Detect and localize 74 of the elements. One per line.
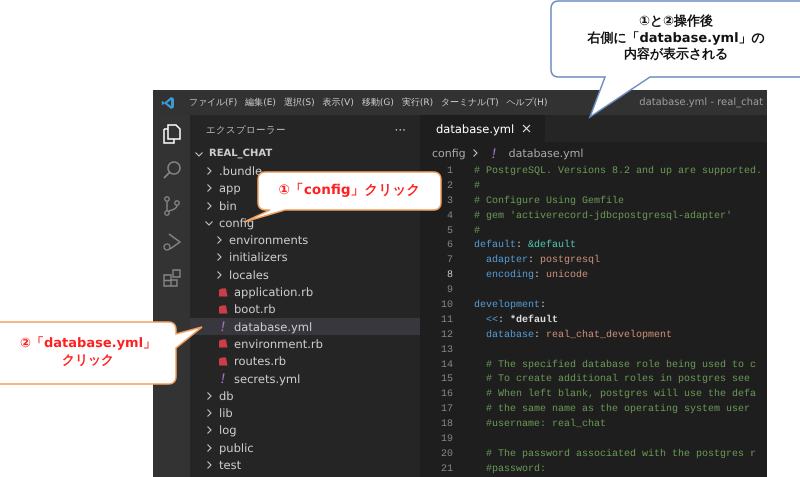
folder-item[interactable]: lib [204,404,233,422]
line-number: 19 [440,434,453,445]
code-line: # [474,226,480,236]
menu-item[interactable]: 移動(G) [358,96,398,109]
folder-item[interactable]: config [204,214,254,232]
more-actions-button[interactable]: ··· [394,123,406,137]
file-item[interactable]: boot.rb [218,300,276,318]
code-line: # The specified database role being used to c [485,360,756,371]
line-number: 21 [440,464,453,475]
code-line: #password: [485,464,546,475]
folder-item[interactable]: public [204,439,254,456]
line-number: 4 [446,210,453,222]
line-number: 17 [440,404,453,416]
line-number: 7 [446,255,453,266]
code-line: # the same name as the operating system user [485,404,750,416]
code-line: <<: *default [485,314,558,326]
line-number: 2 [446,180,453,192]
menu-item[interactable]: ヘルプ(H) [502,96,552,109]
line-number: 10 [440,300,453,311]
code-line: development: [474,300,546,311]
folder-item[interactable]: bin [204,196,237,214]
folder-item[interactable]: locales [214,266,269,284]
file-item[interactable]: application.rb [218,283,314,301]
line-number: 8 [446,270,453,282]
editor-tab[interactable]: database.yml [420,115,546,142]
window-title: database.yml - real_chat [639,97,764,108]
code-line: # PostgreSQL. Versions 8.2 and up are supported. [474,166,762,177]
code-line: # gem 'activerecord-jdbcpostgresql-adapter' [474,210,732,222]
menu-item[interactable]: 実行(R) [398,96,438,109]
line-number: 18 [440,419,453,430]
line-number: 12 [440,330,453,341]
line-number: 5 [446,226,453,236]
callout-text: ②「database.yml」 クリック [20,336,156,370]
callout-text: ①「config」クリック [278,182,420,200]
file-item[interactable]: routes.rb [218,352,286,370]
folder-item[interactable]: app [204,180,241,197]
breadcrumb-item[interactable]: database.yml [508,146,584,160]
folder-item[interactable]: initializers [214,248,288,266]
line-number: 15 [440,374,453,386]
menu-item[interactable]: 選択(S) [280,96,319,109]
code-line: default: &default [474,240,576,252]
folder-item[interactable]: db [204,387,234,404]
menu-item[interactable]: ファイル(F) [185,96,242,109]
code-line: encoding: unicode [485,270,588,282]
code-line: # The password associated with the postgres r [485,448,756,460]
code-line: # When left blank, postgres will use the defa [485,389,756,400]
file-item[interactable]: environment.rb [218,335,323,353]
folder-item[interactable]: .bundle [204,162,262,180]
callout-text: ①と②操作後 右側に「database.yml」の 内容が表示される [587,14,765,64]
line-number: 6 [446,240,453,252]
code-line: # To create additional roles in postgres see [485,374,750,386]
menu-item[interactable]: 編集(E) [241,96,280,109]
line-number: 1 [446,166,453,177]
breadcrumb-item[interactable]: config [432,146,466,160]
folder-item[interactable]: environments [214,231,308,249]
folder-item[interactable]: log [204,422,237,440]
folder-item[interactable]: test [204,456,242,474]
code-line: # [474,180,480,192]
line-number: 3 [446,196,453,207]
code-line: #username: real_chat [485,419,606,430]
line-number: 9 [446,285,453,296]
file-item[interactable]: secrets.yml [218,370,300,388]
line-number: 14 [440,360,453,371]
project-root-item[interactable]: REAL_CHAT [190,145,420,162]
code-line: # Configure Using Gemfile [474,196,624,207]
code-line: adapter: postgresql [485,255,600,266]
panel-title: エクスプローラー [206,124,286,136]
line-number: 11 [440,314,453,326]
menu-item[interactable]: ターミナル(T) [437,96,503,109]
code-line: database: real_chat_development [485,330,672,341]
line-number: 13 [440,344,453,356]
line-number: 20 [440,448,453,460]
menu-item[interactable]: 表示(V) [318,96,358,109]
line-number: 16 [440,389,453,400]
